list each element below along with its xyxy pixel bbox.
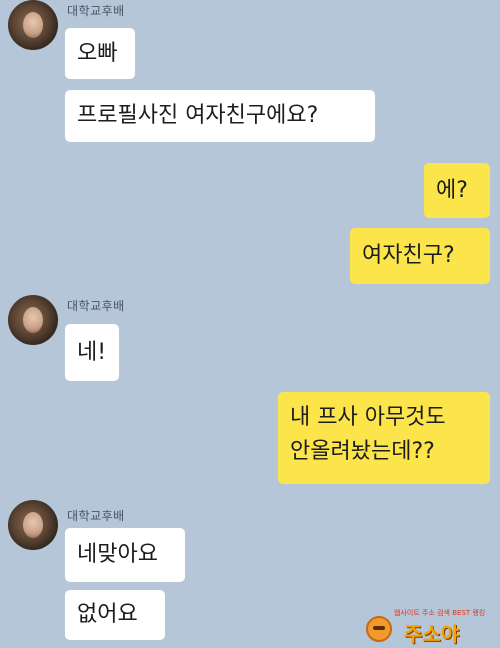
mascot-icon bbox=[366, 616, 392, 642]
message-bubble-outgoing[interactable]: 내 프사 아무것도 안올려놨는데?? bbox=[278, 392, 490, 484]
avatar-face bbox=[23, 512, 43, 538]
message-text-line: 안올려놨는데?? bbox=[290, 439, 435, 464]
message-text-line: 내 프사 아무것도 bbox=[290, 405, 446, 430]
sender-avatar[interactable] bbox=[8, 0, 58, 50]
site-watermark: 웹사이트 주소 검색 BEST 랭킹 주소야 bbox=[360, 606, 500, 648]
message-bubble-incoming[interactable]: 네맞아요 bbox=[65, 528, 185, 582]
message-text: 없어요 bbox=[77, 602, 138, 627]
message-text: 에? bbox=[436, 177, 468, 203]
sender-name: 대학교후배 bbox=[67, 509, 125, 523]
sender-avatar[interactable] bbox=[8, 500, 58, 550]
sender-name: 대학교후배 bbox=[67, 4, 125, 18]
sender-avatar[interactable] bbox=[8, 295, 58, 345]
message-bubble-incoming[interactable]: 네! bbox=[65, 324, 119, 381]
message-bubble-incoming[interactable]: 오빠 bbox=[65, 28, 135, 79]
sender-name: 대학교후배 bbox=[67, 299, 125, 313]
message-bubble-incoming[interactable]: 프로필사진 여자친구에요? bbox=[65, 90, 375, 142]
watermark-brand: 주소야 bbox=[404, 622, 460, 646]
message-text: 오빠 bbox=[77, 40, 118, 66]
avatar-face bbox=[23, 12, 43, 38]
message-text: 네! bbox=[77, 339, 107, 365]
message-text: 여자친구? bbox=[362, 243, 455, 268]
watermark-tagline: 웹사이트 주소 검색 BEST 랭킹 bbox=[394, 609, 486, 617]
avatar-face bbox=[23, 307, 43, 333]
message-text: 프로필사진 여자친구에요? bbox=[77, 103, 319, 128]
message-bubble-outgoing[interactable]: 여자친구? bbox=[350, 228, 490, 284]
message-text: 네맞아요 bbox=[77, 542, 158, 567]
message-bubble-outgoing[interactable]: 에? bbox=[424, 163, 490, 218]
message-bubble-incoming[interactable]: 없어요 bbox=[65, 590, 165, 640]
